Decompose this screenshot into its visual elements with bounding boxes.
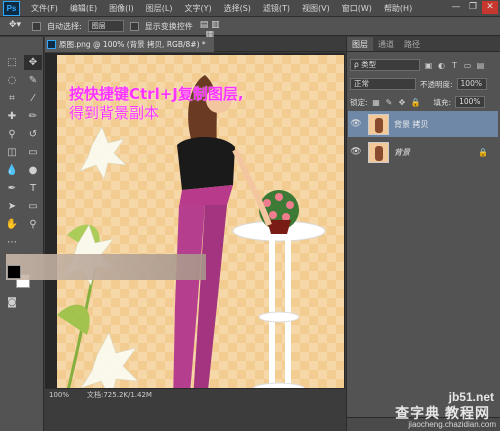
layer-row-background[interactable]: 👁 背景 🔒: [348, 139, 498, 165]
dodge-tool-icon[interactable]: ●: [24, 163, 42, 178]
maximize-button[interactable]: ❐: [465, 1, 481, 14]
menu-help[interactable]: 帮助(H): [378, 3, 418, 14]
extra-tools-icon[interactable]: ⋯: [3, 235, 21, 250]
lock-transparent-icon[interactable]: ▦: [372, 98, 381, 107]
auto-select-label: 自动选择:: [47, 21, 82, 31]
shape-tool-icon[interactable]: ▭: [24, 199, 42, 214]
close-button[interactable]: ✕: [482, 1, 498, 14]
foreground-color-swatch[interactable]: [7, 265, 21, 279]
menu-type[interactable]: 文字(Y): [178, 3, 217, 14]
quick-select-icon[interactable]: ✎: [24, 73, 42, 88]
pen-tool-icon[interactable]: ✒: [3, 181, 21, 196]
layer-name: 背景: [394, 147, 410, 157]
menu-file[interactable]: 文件(F): [25, 3, 64, 14]
crop-tool-icon[interactable]: ⌗: [3, 91, 21, 106]
lock-row: 锁定: ▦ ✎ ✥ 🔒 填充: 100%: [350, 95, 486, 109]
document-ps-icon: [47, 40, 56, 49]
opacity-label: 不透明度:: [420, 79, 453, 89]
menu-select[interactable]: 选择(S): [218, 3, 257, 14]
blend-row: 正常 不透明度: 100%: [350, 77, 487, 91]
hand-tool-icon[interactable]: ✋: [3, 217, 21, 232]
document-tab[interactable]: 原图.png @ 100% (背景 拷贝, RGB/8#) *: [45, 37, 214, 52]
blend-mode-dropdown[interactable]: 正常: [350, 78, 416, 90]
canvas-area[interactable]: 按快捷键Ctrl+J复制图层, 得到背景副本: [45, 53, 345, 388]
instruction-caption: 按快捷键Ctrl+J复制图层, 得到背景副本: [69, 85, 244, 123]
lock-label: 锁定:: [350, 97, 368, 107]
history-brush-icon[interactable]: ↺: [24, 127, 42, 142]
lock-pixels-icon[interactable]: ✎: [385, 98, 394, 107]
filter-adjust-icon[interactable]: ◐: [437, 61, 446, 70]
overlay-gray-bar: [6, 254, 206, 280]
menu-window[interactable]: 窗口(W): [336, 3, 378, 14]
filter-pixel-icon[interactable]: ▣: [424, 61, 433, 70]
filter-smart-icon[interactable]: ▤: [476, 61, 485, 70]
move-tool-icon[interactable]: ✥: [24, 55, 42, 70]
tab-paths[interactable]: 路径: [399, 37, 425, 51]
minimize-button[interactable]: —: [448, 1, 464, 14]
lock-position-icon[interactable]: ✥: [398, 98, 407, 107]
tab-layers[interactable]: 图层: [347, 37, 373, 51]
move-tool-preset-icon[interactable]: ✥▾: [4, 20, 26, 33]
visibility-eye-icon[interactable]: 👁: [348, 147, 364, 157]
side-table-illustration: [232, 190, 326, 388]
menu-edit[interactable]: 编辑(E): [64, 3, 103, 14]
lock-icon: 🔒: [478, 147, 488, 157]
canvas-image[interactable]: 按快捷键Ctrl+J复制图层, 得到背景副本: [57, 55, 344, 388]
auto-select-checkbox[interactable]: [32, 21, 41, 31]
layer-row-background-copy[interactable]: 👁 背景 拷贝: [348, 111, 498, 137]
auto-select-dropdown[interactable]: 图层: [87, 20, 124, 32]
layer-thumbnail: [368, 113, 389, 135]
visibility-eye-icon[interactable]: 👁: [348, 119, 364, 129]
clone-stamp-icon[interactable]: ⚲: [3, 127, 21, 142]
panel-tabs: 图层 通道 路径: [347, 37, 500, 52]
lock-all-icon[interactable]: 🔒: [411, 98, 421, 107]
show-transform-label: 显示变换控件: [144, 21, 193, 31]
filter-row: ρ 类型 ▣ ◐ T ▭ ▤: [350, 58, 485, 72]
marquee-tool-icon[interactable]: ⬚: [3, 55, 21, 70]
layer-name: 背景 拷贝: [394, 119, 429, 129]
site-watermark: jb51.net 查字典 教程网 jiaocheng.chazidian.com: [348, 390, 498, 430]
options-bar: ✥▾ 自动选择: 图层 显示变换控件 ▤ ▥ ▦: [0, 17, 500, 40]
brush-tool-icon[interactable]: ✏: [24, 109, 42, 124]
path-select-icon[interactable]: ➤: [3, 199, 21, 214]
watermark-url: jiaocheng.chazidian.com: [408, 420, 496, 429]
eyedropper-icon[interactable]: ⁄: [24, 91, 42, 106]
type-tool-icon[interactable]: T: [24, 181, 42, 196]
document-tab-strip: 原图.png @ 100% (背景 拷贝, RGB/8#) *: [45, 37, 345, 52]
window-controls: — ❐ ✕: [448, 1, 498, 14]
show-transform-checkbox[interactable]: [129, 21, 139, 31]
kind-filter-dropdown[interactable]: ρ 类型: [350, 59, 420, 71]
healing-brush-icon[interactable]: ✚: [3, 109, 21, 124]
quick-mask-icon[interactable]: ◙: [3, 295, 21, 310]
blur-tool-icon[interactable]: 💧: [3, 163, 21, 178]
zoom-level[interactable]: 100%: [45, 391, 79, 399]
fill-label: 填充:: [433, 97, 452, 107]
menu-image[interactable]: 图像(I): [103, 3, 140, 14]
eraser-tool-icon[interactable]: ◫: [3, 145, 21, 160]
fill-input[interactable]: 100%: [455, 96, 486, 108]
filter-shape-icon[interactable]: ▭: [463, 61, 472, 70]
status-bar: 100% 文档:725.2K/1.42M: [45, 388, 345, 400]
menu-bar: Ps 文件(F) 编辑(E) 图像(I) 图层(L) 文字(Y) 选择(S) 滤…: [0, 0, 500, 17]
zoom-tool-icon[interactable]: ⚲: [24, 217, 42, 232]
align-icons[interactable]: ▤ ▥ ▦: [199, 20, 221, 40]
lasso-tool-icon[interactable]: ◌: [3, 73, 21, 88]
caption-line-2: 得到背景副本: [69, 104, 160, 122]
tab-channels[interactable]: 通道: [373, 37, 399, 51]
layer-thumbnail: [368, 141, 389, 163]
document-size-info[interactable]: 文档:725.2K/1.42M: [79, 390, 152, 400]
tools-panel: ✥ ⬚ ◌ ✎ ⌗ ⁄ ✚ ✏ ⚲ ↺ ◫ ▭ 💧 ● ✒ T ➤ ▭ ✋ ⚲ …: [0, 37, 44, 431]
watermark-domain: jb51.net: [448, 390, 494, 404]
layers-panel: 图层 通道 路径 ρ 类型 ▣ ◐ T ▭ ▤ 正常 不透明度: 100% 锁定…: [346, 37, 500, 431]
filter-type-icon[interactable]: T: [450, 61, 459, 70]
document-tab-title: 原图.png @ 100% (背景 拷贝, RGB/8#) *: [59, 40, 206, 49]
caption-line-1: 按快捷键Ctrl+J复制图层,: [69, 85, 244, 103]
menu-layer[interactable]: 图层(L): [140, 3, 179, 14]
menu-filter[interactable]: 滤镜(T): [257, 3, 296, 14]
photoshop-logo: Ps: [3, 0, 20, 16]
menu-view[interactable]: 视图(V): [296, 3, 336, 14]
gradient-tool-icon[interactable]: ▭: [24, 145, 42, 160]
opacity-input[interactable]: 100%: [456, 78, 487, 90]
